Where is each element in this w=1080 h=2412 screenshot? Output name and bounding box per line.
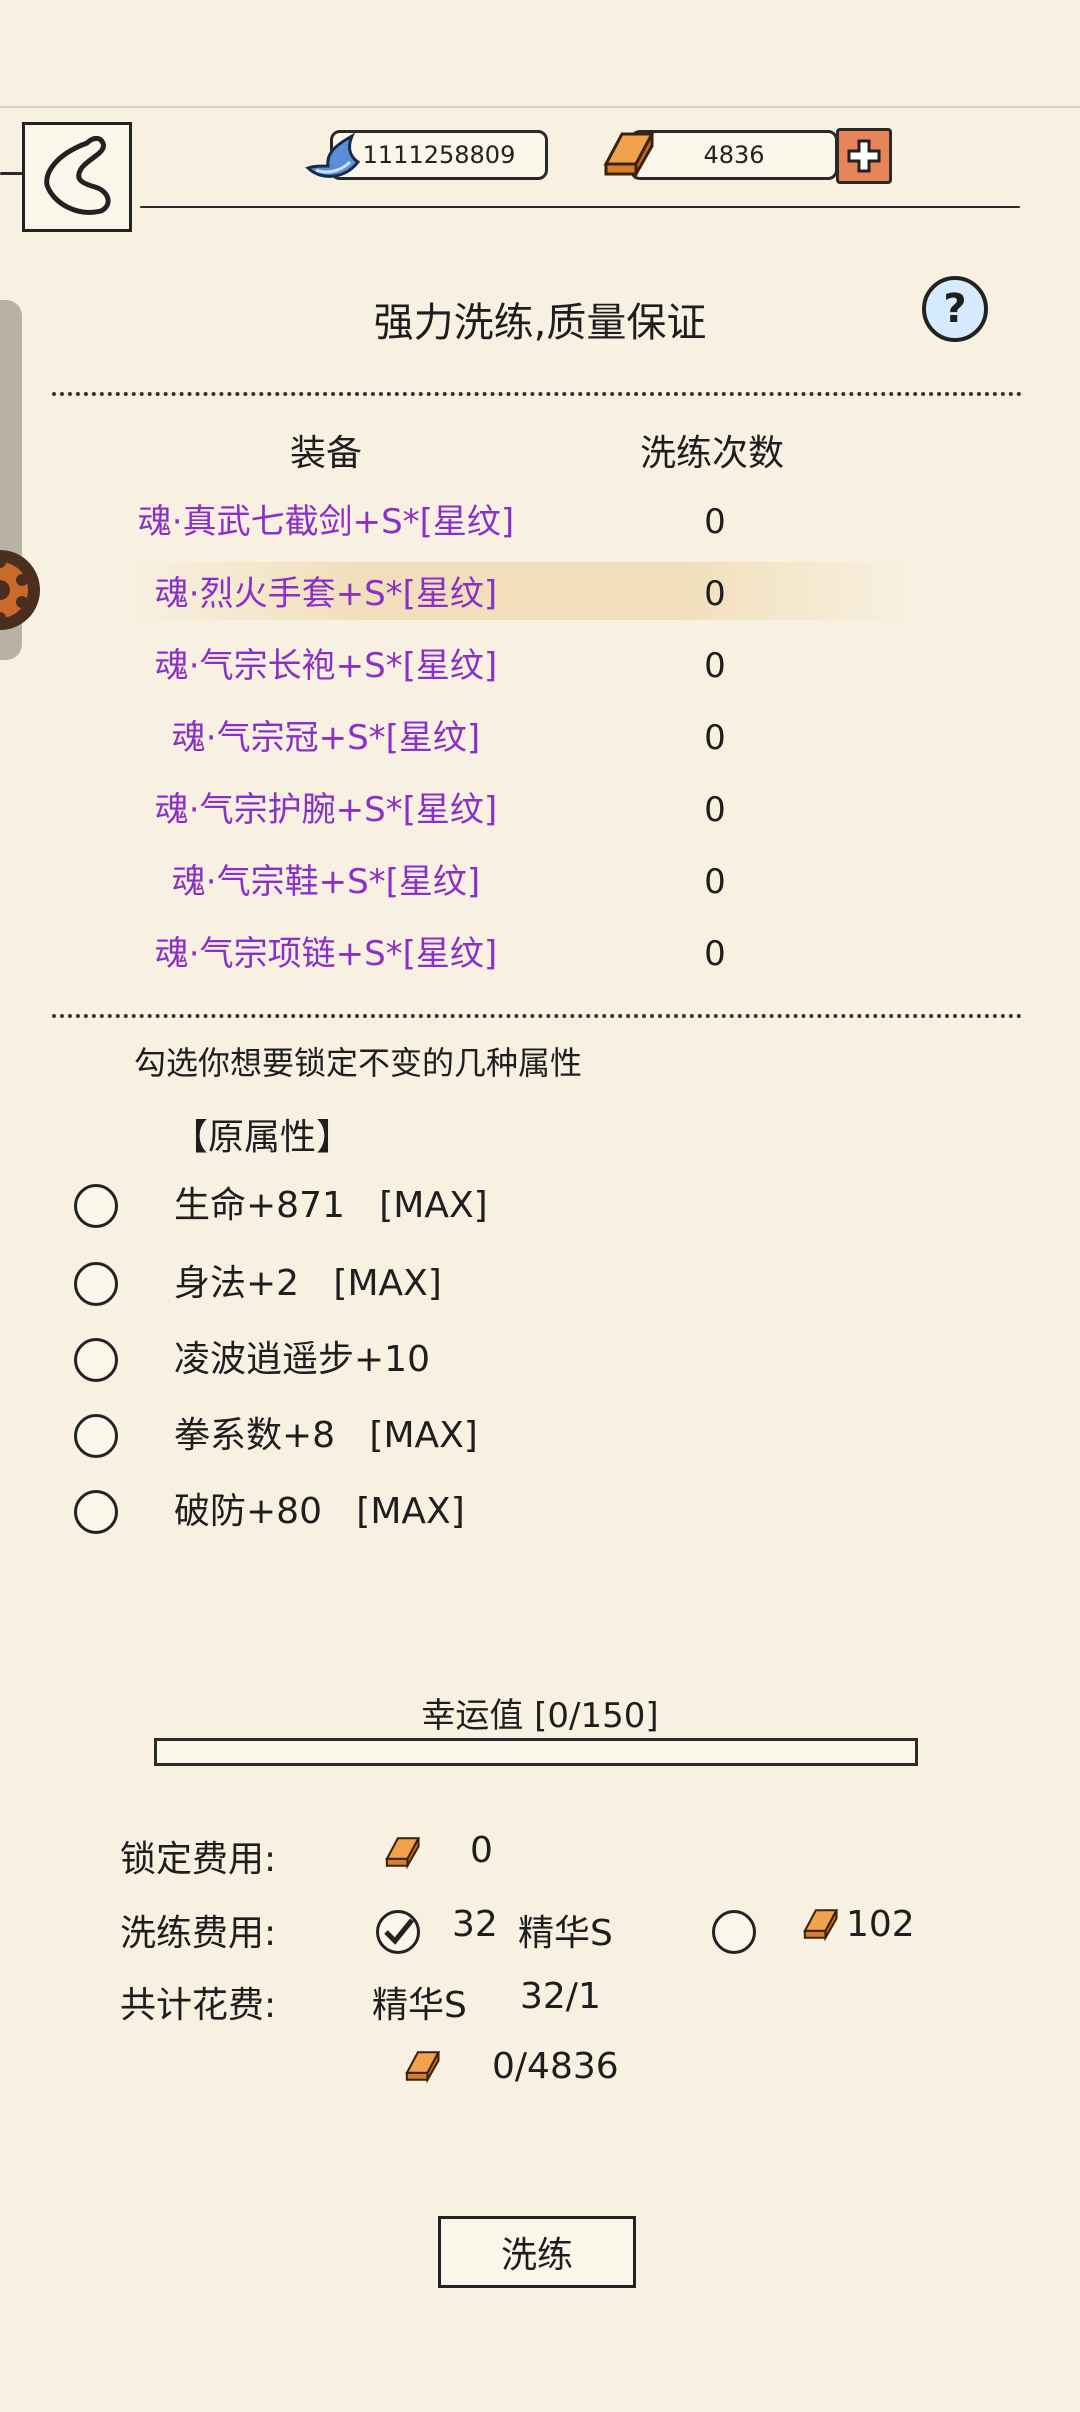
gem-icon [305,132,361,178]
refine-count: 0 [704,646,726,686]
equipment-row[interactable]: 魂·气宗鞋+S*[星纹] 0 [0,850,1080,914]
luck-progress-bar [154,1738,918,1766]
lock-cost-label: 锁定费用: [120,1839,277,1880]
equipment-name: 魂·气宗项链+S*[星纹] [154,934,498,974]
attribute-radio[interactable] [74,1184,118,1228]
header-underline [140,206,1020,208]
refine-count: 0 [704,862,726,902]
gold-bar-icon [803,1909,839,1942]
attributes-section-label: 【原属性】 [172,1117,353,1158]
refine-count: 0 [704,718,726,758]
total-item-name: 精华S [372,1985,467,2026]
attribute-label: 破防+80 [MAX] [174,1491,465,1532]
attribute-label: 身法+2 [MAX] [174,1263,442,1304]
equipment-name: 魂·气宗冠+S*[星纹] [171,718,481,758]
top-divider [0,106,1080,108]
lock-cost-value: 0 [470,1830,493,1871]
attribute-radio[interactable] [74,1490,118,1534]
back-arrow-icon [44,135,111,215]
attribute-option[interactable]: 拳系数+8 [MAX] [74,1404,774,1464]
gold-bar-icon [385,1837,421,1870]
currency-value: 1111258809 [362,141,516,169]
equipment-row[interactable]: 魂·烈火手套+S*[星纹] 0 [0,562,1080,626]
page-title: 强力洗练,质量保证 [373,300,707,346]
luck-label: 幸运值 [0/150] [421,1696,659,1736]
column-header-refine-count: 洗练次数 [640,433,785,474]
back-button[interactable] [22,122,132,232]
refine-count: 0 [704,934,726,974]
refine-count: 0 [704,574,726,614]
gold-bar-icon [405,2051,441,2084]
total-cost-label: 共计花费: [120,1985,277,2026]
lock-hint: 勾选你想要锁定不变的几种属性 [134,1044,583,1082]
attribute-radio[interactable] [74,1262,118,1306]
equipment-name: 魂·气宗护腕+S*[星纹] [154,790,498,830]
attribute-option[interactable]: 身法+2 [MAX] [74,1252,774,1312]
refine-option-essence-value: 32 [452,1904,498,1945]
attribute-radio[interactable] [74,1414,118,1458]
equipment-row[interactable]: 魂·气宗冠+S*[星纹] 0 [0,706,1080,770]
refine-option-gold-value: 102 [846,1904,915,1945]
attribute-label: 生命+871 [MAX] [174,1185,488,1226]
divider-top [52,392,1022,396]
refine-count: 0 [704,502,726,542]
equipment-name: 魂·烈火手套+S*[星纹] [154,574,498,614]
refine-option-gold-checkbox[interactable] [712,1910,756,1954]
attribute-option[interactable]: 凌波逍遥步+10 [74,1328,774,1388]
help-button[interactable]: ? [922,276,988,342]
divider-middle [52,1014,1022,1018]
attribute-option[interactable]: 破防+80 [MAX] [74,1480,774,1540]
gold-bar-icon [603,132,655,180]
gold-value: 4836 [703,141,765,169]
equipment-name: 魂·气宗长袍+S*[星纹] [154,646,498,686]
question-icon: ? [943,286,967,332]
refine-button-label: 洗练 [500,2235,573,2276]
equipment-row[interactable]: 魂·气宗护腕+S*[星纹] 0 [0,778,1080,842]
total-item-value: 32/1 [520,1976,601,2017]
equipment-name: 魂·气宗鞋+S*[星纹] [171,862,481,902]
attribute-label: 拳系数+8 [MAX] [174,1415,478,1456]
refine-option-essence-unit: 精华S [518,1913,613,1954]
total-gold-value: 0/4836 [492,2046,619,2087]
checkmark-icon [384,1918,414,1945]
equipment-row[interactable]: 魂·气宗项链+S*[星纹] 0 [0,922,1080,986]
attribute-option[interactable]: 生命+871 [MAX] [74,1174,774,1234]
column-header-equipment: 装备 [290,433,363,474]
attribute-radio[interactable] [74,1338,118,1382]
attribute-label: 凌波逍遥步+10 [174,1339,430,1380]
refine-count: 0 [704,790,726,830]
add-gold-button[interactable] [836,128,892,184]
equipment-row[interactable]: 魂·气宗长袍+S*[星纹] 0 [0,634,1080,698]
gold-display: 4836 [630,130,838,180]
equipment-row[interactable]: 魂·真武七截剑+S*[星纹] 0 [0,490,1080,554]
plus-icon [847,139,881,173]
refine-cost-label: 洗练费用: [120,1913,277,1954]
refine-button[interactable]: 洗练 [438,2216,636,2288]
refine-option-essence-checkbox[interactable] [376,1910,420,1954]
equipment-name: 魂·真武七截剑+S*[星纹] [137,502,515,542]
